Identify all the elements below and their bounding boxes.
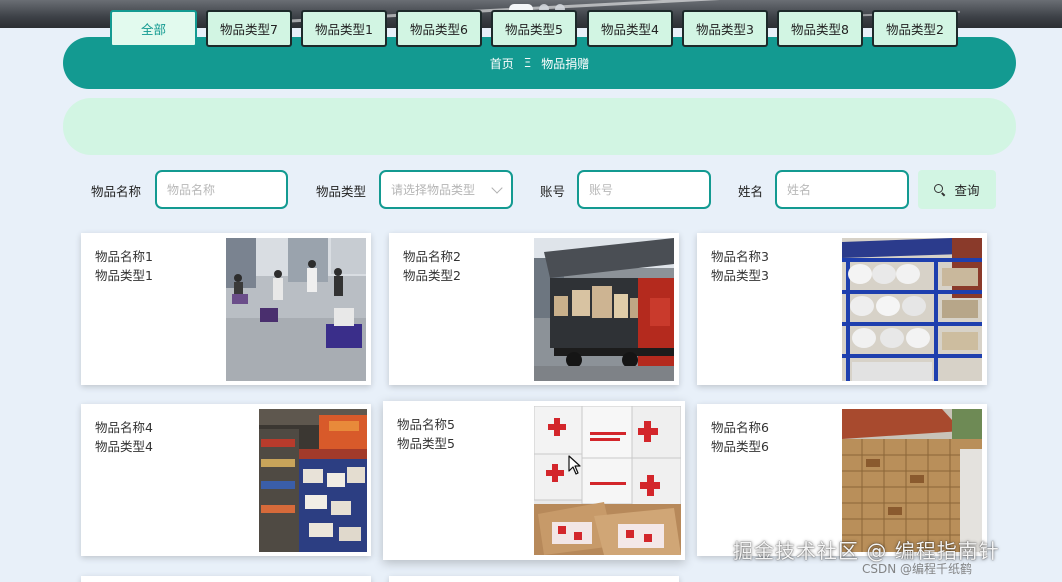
type-filter-2[interactable]: 物品类型2 — [872, 10, 958, 47]
supermarket-aisle-photo — [259, 409, 367, 552]
type-filter-5[interactable]: 物品类型5 — [491, 10, 577, 47]
account-input[interactable] — [589, 182, 709, 197]
person-name-label: 姓名 — [738, 184, 764, 199]
item-card[interactable]: 物品名称4 物品类型4 — [81, 404, 371, 556]
breadcrumb-separator-icon: Ξ — [523, 56, 532, 70]
volunteers-outdoor-photo — [226, 238, 366, 381]
item-card-name: 物品名称6 — [711, 420, 769, 435]
type-filter-all[interactable]: 全部 — [110, 10, 197, 47]
item-card-name: 物品名称5 — [397, 417, 455, 432]
item-card[interactable] — [81, 576, 371, 582]
red-cross-boxes-photo — [534, 406, 681, 555]
item-card[interactable]: 物品名称3 物品类型3 — [697, 233, 987, 385]
item-card-type: 物品类型6 — [711, 439, 769, 454]
item-card-name: 物品名称4 — [95, 420, 153, 435]
item-card-type: 物品类型1 — [95, 268, 153, 283]
account-label: 账号 — [540, 184, 566, 199]
item-card-name: 物品名称2 — [403, 249, 461, 264]
item-card-type: 物品类型4 — [95, 439, 153, 454]
watermark-subtext: CSDN @编程千纸鹤 — [862, 562, 973, 576]
type-filter-1[interactable]: 物品类型1 — [301, 10, 387, 47]
item-name-field[interactable] — [155, 170, 288, 209]
item-card[interactable] — [389, 576, 679, 582]
shelf-supplies-photo — [842, 238, 982, 381]
item-card[interactable]: 物品名称6 物品类型6 — [697, 404, 987, 556]
item-card[interactable]: 物品名称1 物品类型1 — [81, 233, 371, 385]
mouse-cursor-icon — [568, 455, 582, 479]
item-card[interactable]: 物品名称5 物品类型5 — [383, 401, 685, 560]
item-card-type: 物品类型5 — [397, 436, 455, 451]
item-card-name: 物品名称1 — [95, 249, 153, 264]
type-filter-4[interactable]: 物品类型4 — [587, 10, 673, 47]
item-type-placeholder: 请选择物品类型 — [391, 183, 476, 197]
item-type-label: 物品类型 — [316, 184, 367, 199]
search-icon — [934, 183, 946, 196]
item-card[interactable]: 物品名称2 物品类型2 — [389, 233, 679, 385]
account-field[interactable] — [577, 170, 711, 209]
type-filter-8[interactable]: 物品类型8 — [777, 10, 863, 47]
item-type-select[interactable]: 请选择物品类型 — [379, 170, 513, 209]
type-filter-6[interactable]: 物品类型6 — [396, 10, 482, 47]
item-name-input[interactable] — [167, 182, 286, 197]
item-name-label: 物品名称 — [91, 184, 142, 199]
item-card-name: 物品名称3 — [711, 249, 769, 264]
cardboard-boxes-photo — [842, 409, 982, 552]
type-filter-7[interactable]: 物品类型7 — [206, 10, 292, 47]
breadcrumb-home-link[interactable]: 首页 — [490, 55, 514, 72]
breadcrumb-current: 物品捐赠 — [541, 56, 590, 71]
cargo-truck-photo — [534, 238, 674, 381]
query-button-label: 查询 — [954, 183, 980, 198]
person-name-input[interactable] — [787, 182, 907, 197]
type-filter-bar — [63, 98, 1016, 155]
item-card-type: 物品类型2 — [403, 268, 461, 283]
query-button[interactable]: 查询 — [918, 170, 996, 209]
person-name-field[interactable] — [775, 170, 909, 209]
item-card-type: 物品类型3 — [711, 268, 769, 283]
type-filter-3[interactable]: 物品类型3 — [682, 10, 768, 47]
chevron-down-icon — [491, 182, 503, 194]
